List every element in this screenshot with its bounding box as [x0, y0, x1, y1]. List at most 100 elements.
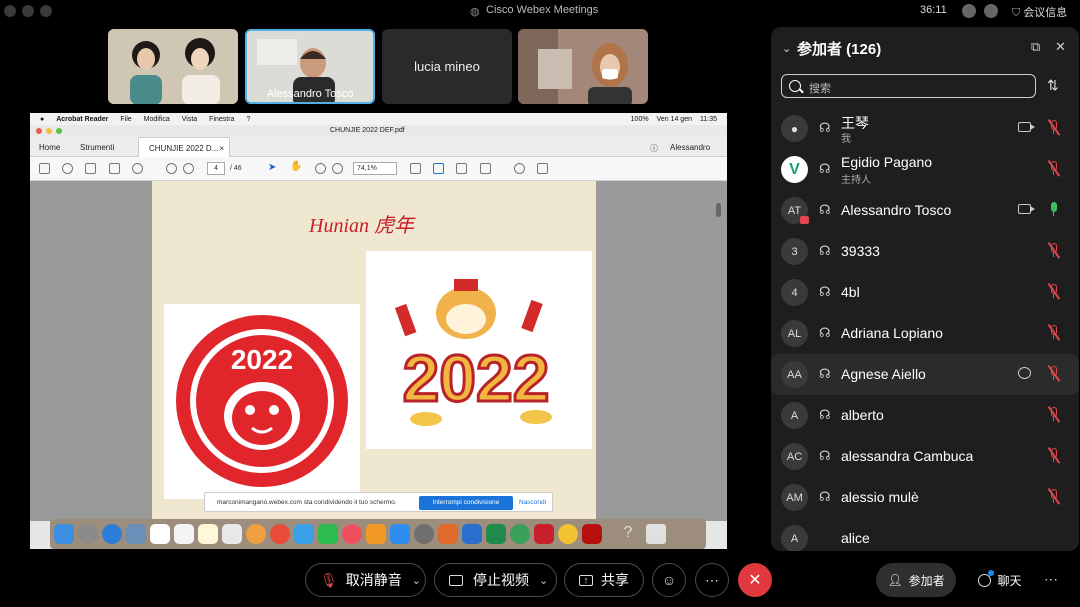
music-icon[interactable] — [342, 524, 362, 544]
mic-on-icon[interactable] — [1049, 202, 1059, 217]
record-icon[interactable] — [962, 4, 976, 18]
document-viewport[interactable]: Hunian 虎年 2022 2022 — [30, 181, 727, 521]
stop-sharing-button[interactable]: Interrompi condivisione — [419, 496, 513, 510]
participant-row[interactable]: A alice — [771, 518, 1079, 551]
participant-row[interactable]: 3 ☊ 39333 — [771, 231, 1079, 272]
page-number-input[interactable]: 4 — [207, 162, 225, 175]
app-icon-yellow[interactable] — [558, 524, 578, 544]
close-window-button[interactable] — [4, 5, 16, 17]
menu-edit[interactable]: Modifica — [144, 116, 170, 123]
participant-row[interactable]: 4 ☊ 4bl — [771, 272, 1079, 313]
comment-icon[interactable] — [514, 163, 525, 174]
zoom-out-icon[interactable] — [315, 163, 326, 174]
tab-tools[interactable]: Strumenti — [80, 143, 114, 152]
mic-muted-icon[interactable] — [1047, 324, 1060, 341]
chevron-down-icon[interactable]: ⌄ — [539, 574, 548, 587]
search-input[interactable]: 搜索 — [781, 74, 1036, 98]
stop-video-button[interactable]: 停止视频 ⌄ — [434, 563, 557, 597]
fullscreen-icon[interactable] — [456, 163, 467, 174]
chat-bubble-icon[interactable] — [1018, 367, 1031, 379]
close-icon[interactable]: ✕ — [1055, 39, 1066, 55]
more-options-button[interactable]: ⋯ — [695, 563, 729, 597]
network-stats-icon[interactable] — [984, 4, 998, 18]
save-icon[interactable] — [39, 163, 50, 174]
page-down-icon[interactable] — [183, 163, 194, 174]
menu-view[interactable]: Vista — [182, 116, 197, 123]
tab-home[interactable]: Home — [39, 143, 60, 152]
mail-icon[interactable] — [109, 163, 120, 174]
menu-app[interactable]: Acrobat Reader — [56, 116, 108, 123]
webex-dock-icon[interactable] — [294, 524, 314, 544]
mic-muted-icon[interactable] — [1047, 283, 1060, 300]
minimize-icon[interactable] — [46, 128, 52, 134]
unmute-button[interactable]: 🎙︎ 取消静音 ⌄ — [305, 563, 426, 597]
launchpad-icon[interactable] — [78, 524, 98, 544]
close-icon[interactable] — [36, 128, 42, 134]
reactions-button[interactable]: ☺ — [652, 563, 686, 597]
zoom-window-button[interactable] — [40, 5, 52, 17]
popout-icon[interactable]: ⧉ — [1031, 39, 1040, 55]
minimize-window-button[interactable] — [22, 5, 34, 17]
preview-icon[interactable] — [126, 524, 146, 544]
mic-muted-icon[interactable] — [1047, 160, 1060, 177]
sort-icon[interactable]: ⇅ — [1047, 77, 1059, 94]
sign-pen-icon[interactable] — [537, 163, 548, 174]
participant-row[interactable]: AL ☊ Adriana Lopiano — [771, 313, 1079, 354]
video-camera-icon[interactable] — [1018, 122, 1035, 132]
acrobat-icon[interactable] — [582, 524, 602, 544]
word-icon[interactable] — [462, 524, 482, 544]
mic-muted-icon[interactable] — [1047, 365, 1060, 382]
chat-button[interactable]: 聊天 — [970, 563, 1030, 597]
user-menu[interactable]: Alessandro — [670, 143, 710, 152]
participant-row[interactable]: AC ☊ alessandra Cambuca — [771, 436, 1079, 477]
trash-icon[interactable] — [646, 524, 666, 544]
stickies-icon[interactable] — [198, 524, 218, 544]
app-store-icon[interactable] — [390, 524, 410, 544]
textedit-icon[interactable] — [222, 524, 242, 544]
menu-help[interactable]: ? — [246, 116, 250, 123]
help-icon[interactable]: ⓘ — [650, 143, 658, 154]
photos-icon[interactable] — [246, 524, 266, 544]
video-tile[interactable] — [518, 29, 648, 104]
excel-icon[interactable] — [486, 524, 506, 544]
upload-icon[interactable] — [62, 163, 73, 174]
calendar-icon[interactable] — [150, 524, 170, 544]
close-tab-icon[interactable]: × — [219, 144, 224, 153]
participant-row[interactable]: A ☊ alberto — [771, 395, 1079, 436]
participant-row[interactable]: ● ☊ 王琴 我 — [771, 108, 1079, 149]
powerpoint-icon[interactable] — [438, 524, 458, 544]
video-camera-icon[interactable] — [1018, 204, 1035, 214]
print-icon[interactable] — [85, 163, 96, 174]
end-meeting-button[interactable]: ✕ — [738, 563, 772, 597]
scrollbar[interactable] — [716, 203, 721, 217]
menu-window[interactable]: Finestra — [209, 116, 234, 123]
zoom-select[interactable]: 74,1% — [353, 162, 397, 175]
menu-file[interactable]: File — [120, 116, 131, 123]
notes-icon[interactable] — [174, 524, 194, 544]
fit-page-icon[interactable] — [410, 163, 421, 174]
chevron-down-icon[interactable]: ⌄ — [412, 574, 421, 587]
page-up-icon[interactable] — [166, 163, 177, 174]
select-cursor-icon[interactable]: ➤ — [268, 162, 279, 173]
books-icon[interactable] — [366, 524, 386, 544]
help-dock-icon[interactable]: ? — [618, 524, 638, 544]
mic-muted-icon[interactable] — [1047, 242, 1060, 259]
globe-icon[interactable] — [510, 524, 530, 544]
mic-muted-icon[interactable] — [1047, 447, 1060, 464]
mic-muted-icon[interactable] — [1047, 119, 1060, 136]
collapse-chevron-icon[interactable]: ⌄ — [782, 42, 791, 55]
read-mode-icon[interactable] — [480, 163, 491, 174]
participants-button[interactable]: 👤︎ 参加者 — [876, 563, 956, 597]
tab-document[interactable]: CHUNJIE 2022 D... × — [138, 137, 230, 157]
video-tile-alessandro-tosco[interactable]: Alessandro Tosco — [245, 29, 375, 104]
hand-tool-icon[interactable]: ✋ — [290, 161, 302, 172]
more-icon[interactable]: ⋯ — [1044, 571, 1058, 588]
participant-row[interactable]: AA ☊ Agnese Aiello — [771, 354, 1079, 395]
video-tile-lucia-mineo[interactable]: lucia mineo — [382, 29, 512, 104]
participant-row[interactable]: V ☊ Egidio Pagano 主持人 — [771, 149, 1079, 190]
zoom-icon[interactable] — [56, 128, 62, 134]
participant-row[interactable]: AM ☊ alessio mulè — [771, 477, 1079, 518]
zoom-in-icon[interactable] — [332, 163, 343, 174]
search-icon[interactable] — [132, 163, 143, 174]
video-tile[interactable] — [108, 29, 238, 104]
